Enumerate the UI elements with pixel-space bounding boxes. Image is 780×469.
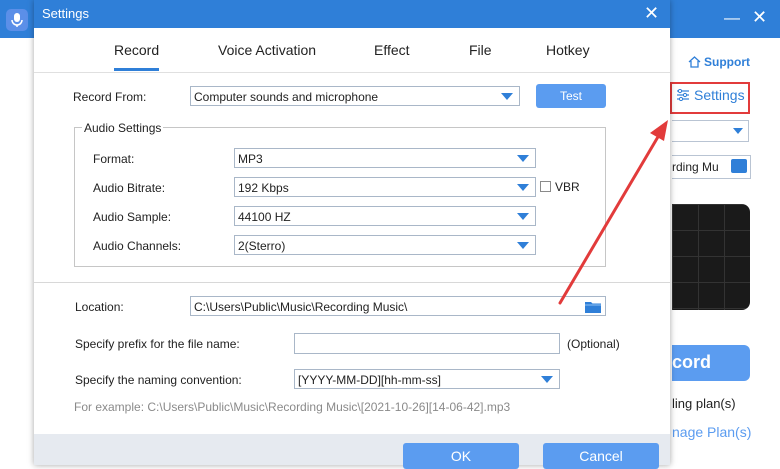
folder-icon[interactable]	[585, 300, 601, 313]
sample-label: Audio Sample:	[93, 210, 172, 224]
folder-icon[interactable]	[731, 159, 747, 173]
prefix-input[interactable]	[294, 333, 560, 354]
tab-record[interactable]: Record	[114, 42, 160, 71]
dialog-titlebar: Settings ✕	[34, 0, 670, 28]
bitrate-label: Audio Bitrate:	[93, 181, 166, 195]
minimize-icon[interactable]: —	[724, 10, 740, 28]
format-value: MP3	[238, 152, 263, 166]
record-button[interactable]: cord	[672, 345, 750, 381]
ok-button[interactable]: OK	[403, 443, 519, 469]
format-select[interactable]: MP3	[234, 148, 536, 168]
naming-select[interactable]: [YYYY-MM-DD][hh-mm-ss]	[294, 369, 560, 389]
format-label: Format:	[93, 152, 135, 166]
microphone-icon	[6, 9, 28, 31]
record-from-select[interactable]: Computer sounds and microphone	[190, 86, 520, 106]
channels-value: 2(Sterro)	[238, 239, 286, 253]
example-path-text: For example: C:\Users\Public\Music\Recor…	[74, 400, 511, 414]
background-folder-field[interactable]: rding Mu	[672, 155, 751, 179]
manage-plan-link[interactable]: nage Plan(s)	[672, 424, 751, 440]
background-dropdown[interactable]	[672, 120, 749, 142]
tab-hotkey[interactable]: Hotkey	[546, 42, 590, 58]
background-preview-panel	[672, 204, 750, 310]
record-from-label: Record From:	[73, 90, 147, 104]
tab-voice-activation[interactable]: Voice Activation	[218, 42, 316, 58]
chevron-down-icon	[501, 93, 513, 100]
tab-bar: Record Voice Activation Effect File Hotk…	[34, 28, 670, 73]
chevron-down-icon	[517, 213, 529, 220]
record-button-label: cord	[672, 352, 712, 372]
audio-settings-label: Audio Settings	[82, 121, 164, 135]
sample-select[interactable]: 44100 HZ	[234, 206, 536, 226]
channels-select[interactable]: 2(Sterro)	[234, 235, 536, 255]
location-label: Location:	[75, 300, 124, 314]
settings-dialog: Settings ✕ Record Voice Activation Effec…	[34, 0, 670, 469]
tab-file[interactable]: File	[469, 42, 492, 58]
tab-effect[interactable]: Effect	[374, 42, 410, 58]
chevron-down-icon	[517, 184, 529, 191]
location-value: C:\Users\Public\Music\Recording Music\	[194, 300, 408, 314]
record-from-value: Computer sounds and microphone	[194, 90, 379, 104]
naming-label: Specify the naming convention:	[75, 373, 242, 387]
vbr-label: VBR	[555, 180, 580, 194]
cancel-button[interactable]: Cancel	[543, 443, 659, 469]
chevron-down-icon	[517, 155, 529, 162]
background-folder-value: rding Mu	[672, 160, 719, 174]
dialog-title: Settings	[42, 6, 89, 21]
plan-text: ling plan(s)	[672, 396, 736, 411]
location-field[interactable]: C:\Users\Public\Music\Recording Music\	[190, 296, 606, 316]
chevron-down-icon	[541, 376, 553, 383]
support-link[interactable]: Support	[688, 55, 750, 69]
test-button[interactable]: Test	[536, 84, 606, 108]
chevron-down-icon	[733, 128, 743, 134]
chevron-down-icon	[517, 242, 529, 249]
prefix-optional-label: (Optional)	[567, 337, 620, 351]
close-icon[interactable]: ✕	[752, 7, 767, 28]
bitrate-select[interactable]: 192 Kbps	[234, 177, 536, 197]
support-label: Support	[704, 55, 750, 69]
prefix-label: Specify prefix for the file name:	[75, 337, 240, 351]
channels-label: Audio Channels:	[93, 239, 182, 253]
naming-value: [YYYY-MM-DD][hh-mm-ss]	[298, 373, 441, 387]
section-divider	[34, 282, 670, 283]
sample-value: 44100 HZ	[238, 210, 291, 224]
vbr-checkbox[interactable]	[540, 181, 551, 192]
annotation-highlight-box	[670, 82, 750, 114]
home-icon	[688, 56, 701, 68]
bitrate-value: 192 Kbps	[238, 181, 289, 195]
close-icon[interactable]: ✕	[644, 3, 659, 24]
